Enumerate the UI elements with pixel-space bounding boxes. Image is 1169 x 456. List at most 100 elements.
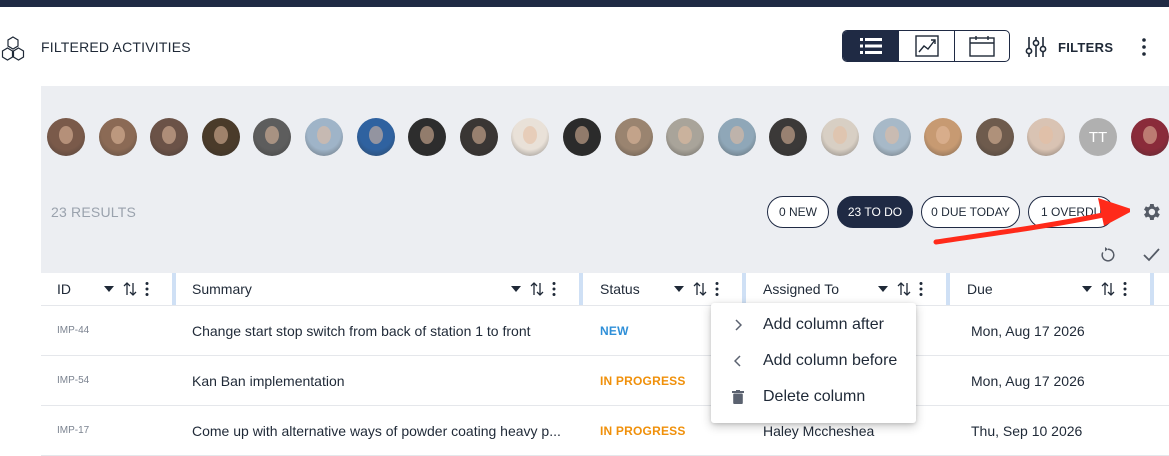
- cell-summary: Change start stop switch from back of st…: [192, 322, 531, 339]
- cell-due: Mon, Aug 17 2026: [971, 322, 1085, 339]
- column-menu-icon[interactable]: [1123, 281, 1127, 297]
- cell-id: IMP-17: [57, 425, 90, 436]
- column-header-assigned-to[interactable]: Assigned To: [763, 273, 839, 305]
- cell-status: IN PROGRESS: [600, 373, 686, 388]
- avatar[interactable]: [408, 118, 446, 156]
- chip-label: 0 NEW: [778, 205, 817, 219]
- dropdown-arrow-icon[interactable]: [510, 285, 522, 293]
- dropdown-arrow-icon[interactable]: [103, 285, 115, 293]
- dropdown-arrow-icon[interactable]: [673, 285, 685, 293]
- avatar-photo: [885, 126, 899, 144]
- add-column-before-item[interactable]: Add column before: [711, 343, 916, 379]
- avatar-photo: [1039, 126, 1053, 144]
- new-chip[interactable]: 0 NEW: [767, 196, 829, 228]
- avatar-photo: [317, 126, 331, 144]
- cell-due: Thu, Sep 10 2026: [971, 422, 1083, 439]
- avatar[interactable]: [150, 118, 188, 156]
- initials-avatar[interactable]: TT: [1079, 118, 1117, 156]
- avatar[interactable]: [511, 118, 549, 156]
- gear-icon[interactable]: [1140, 201, 1162, 223]
- avatar[interactable]: [253, 118, 291, 156]
- cell-id: IMP-44: [57, 325, 90, 336]
- column-controls: [103, 281, 149, 297]
- column-header-due[interactable]: Due: [967, 273, 993, 305]
- column-controls: [673, 281, 719, 297]
- avatar[interactable]: [873, 118, 911, 156]
- delete-column-item[interactable]: Delete column: [711, 379, 916, 415]
- avatar[interactable]: [924, 118, 962, 156]
- sliders-icon: [1025, 37, 1047, 57]
- avatar-photo: [575, 126, 589, 144]
- avatar-photo: [162, 126, 176, 144]
- avatar[interactable]: [202, 118, 240, 156]
- avatar[interactable]: [563, 118, 601, 156]
- cell-status: NEW: [600, 323, 629, 338]
- avatar[interactable]: [47, 118, 85, 156]
- column-menu-icon[interactable]: [145, 281, 149, 297]
- table-row[interactable]: IMP-44 Change start stop switch from bac…: [41, 306, 1169, 356]
- sort-icon[interactable]: [1101, 281, 1115, 297]
- list-view-button[interactable]: [843, 31, 899, 61]
- sort-icon[interactable]: [897, 281, 911, 297]
- avatar[interactable]: [1131, 118, 1169, 156]
- more-options-icon[interactable]: [1136, 37, 1152, 57]
- cell-status: IN PROGRESS: [600, 423, 686, 438]
- avatar-photo: [730, 126, 744, 144]
- chevron-left-icon: [731, 354, 745, 368]
- table-row[interactable]: IMP-17 Come up with alternative ways of …: [41, 406, 1169, 456]
- column-divider[interactable]: [1150, 273, 1154, 305]
- avatar[interactable]: [460, 118, 498, 156]
- chart-view-button[interactable]: [898, 31, 953, 61]
- avatar[interactable]: [666, 118, 704, 156]
- avatar-photo: [523, 126, 537, 144]
- column-header-id[interactable]: ID: [57, 273, 71, 305]
- column-context-menu: Add column after Add column before Delet…: [711, 303, 916, 423]
- avatar[interactable]: [821, 118, 859, 156]
- table-row[interactable]: IMP-54 Kan Ban implementation IN PROGRES…: [41, 356, 1169, 406]
- column-header-status[interactable]: Status: [600, 273, 640, 305]
- to-do-chip[interactable]: 23 TO DO: [837, 196, 913, 228]
- dropdown-arrow-icon[interactable]: [877, 285, 889, 293]
- avatar-photo: [420, 126, 434, 144]
- calendar-view-button[interactable]: [953, 31, 1009, 61]
- sort-icon[interactable]: [693, 281, 707, 297]
- column-label: Assigned To: [763, 281, 840, 297]
- avatar[interactable]: [357, 118, 395, 156]
- column-divider[interactable]: [946, 273, 950, 305]
- menu-item-label: Add column before: [763, 352, 898, 369]
- column-menu-icon[interactable]: [919, 281, 923, 297]
- column-menu-icon[interactable]: [552, 281, 556, 297]
- column-divider[interactable]: [742, 273, 746, 305]
- avatar[interactable]: [718, 118, 756, 156]
- check-icon[interactable]: [1141, 245, 1161, 265]
- avatar[interactable]: [615, 118, 653, 156]
- dropdown-arrow-icon[interactable]: [1081, 285, 1093, 293]
- column-header-summary[interactable]: Summary: [192, 273, 252, 305]
- sort-icon[interactable]: [123, 281, 137, 297]
- avatar-photo: [627, 126, 641, 144]
- avatar[interactable]: [769, 118, 807, 156]
- column-divider[interactable]: [172, 273, 176, 305]
- cell-due: Mon, Aug 17 2026: [971, 372, 1085, 389]
- view-toggle: [842, 30, 1010, 62]
- reset-icon[interactable]: [1099, 246, 1117, 264]
- sort-icon[interactable]: [530, 281, 544, 297]
- filters-button[interactable]: FILTERS: [1024, 32, 1113, 62]
- trash-icon: [731, 390, 745, 404]
- avatar-photo: [936, 126, 950, 144]
- avatar-photo: [214, 126, 228, 144]
- avatar[interactable]: [1027, 118, 1065, 156]
- avatar-initials: TT: [1088, 128, 1108, 146]
- hexagon-cluster-icon: [1, 36, 25, 61]
- column-divider[interactable]: [579, 273, 583, 305]
- add-column-after-item[interactable]: Add column after: [711, 307, 916, 343]
- menu-item-label: Add column after: [763, 316, 884, 333]
- column-menu-icon[interactable]: [715, 281, 719, 297]
- avatar[interactable]: [99, 118, 137, 156]
- column-label: Summary: [192, 281, 252, 297]
- top-navigation-bar: [0, 0, 1169, 7]
- column-controls: [510, 281, 556, 297]
- avatar[interactable]: [976, 118, 1014, 156]
- table-header: ID Summary Status Assigned To Due: [41, 273, 1169, 306]
- avatar[interactable]: [305, 118, 343, 156]
